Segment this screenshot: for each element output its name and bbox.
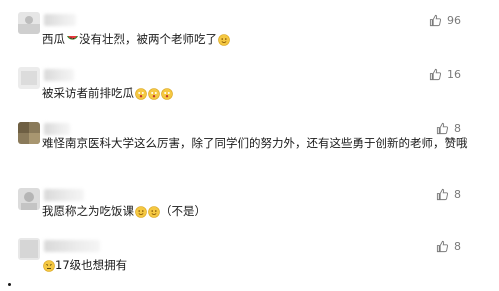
username-blurred bbox=[44, 189, 84, 201]
comment-text: 被采访者前排吃瓜 bbox=[42, 84, 173, 102]
like-count: 8 bbox=[454, 240, 461, 253]
comment-text: 17级也想拥有 bbox=[42, 256, 127, 274]
like-button[interactable]: 16 bbox=[429, 68, 461, 81]
avatar[interactable] bbox=[18, 238, 40, 260]
like-button[interactable]: 96 bbox=[429, 14, 461, 27]
like-count: 8 bbox=[454, 188, 461, 201]
thumbs-up-icon bbox=[436, 122, 449, 135]
emoji-face-icon bbox=[135, 206, 147, 218]
username-blurred bbox=[44, 14, 76, 26]
emoji-face-icon bbox=[148, 206, 160, 218]
like-button[interactable]: 8 bbox=[436, 188, 461, 201]
comment-text-part: 被采访者前排吃瓜 bbox=[42, 86, 134, 100]
thumbs-up-icon bbox=[436, 188, 449, 201]
thumbs-up-icon bbox=[429, 14, 442, 27]
watermelon-icon bbox=[66, 33, 79, 46]
username-blurred bbox=[44, 69, 74, 81]
comment-text: 西瓜 没有壮烈，被两个老师吃了 bbox=[42, 30, 230, 48]
emoji-face-icon bbox=[161, 88, 173, 100]
comment-text: 我愿称之为吃饭课 （不是） bbox=[42, 202, 206, 220]
bullet-dot bbox=[8, 283, 11, 286]
avatar[interactable] bbox=[18, 67, 40, 89]
avatar[interactable] bbox=[18, 122, 40, 144]
like-count: 96 bbox=[447, 14, 461, 27]
like-count: 8 bbox=[454, 122, 461, 135]
comment-text-part: 没有壮烈，被两个老师吃了 bbox=[79, 32, 217, 46]
thumbs-up-icon bbox=[436, 240, 449, 253]
like-count: 16 bbox=[447, 68, 461, 81]
like-button[interactable]: 8 bbox=[436, 240, 461, 253]
comment-text-part: 西瓜 bbox=[42, 32, 65, 46]
emoji-face-icon bbox=[218, 34, 230, 46]
emoji-face-icon bbox=[135, 88, 147, 100]
avatar[interactable] bbox=[18, 12, 40, 34]
comment-text-part: 我愿称之为吃饭课 bbox=[42, 204, 134, 218]
comment-text-part: （不是） bbox=[160, 204, 206, 218]
emoji-face-icon bbox=[43, 260, 55, 272]
like-button[interactable]: 8 bbox=[436, 122, 461, 135]
comment-text-part: 17级也想拥有 bbox=[55, 258, 128, 272]
comment-text: 难怪南京医科大学这么厉害，除了同学们的努力外，还有这些勇于创新的老师，赞哦 bbox=[42, 134, 472, 152]
comment-text-part: 难怪南京医科大学这么厉害，除了同学们的努力外，还有这些勇于创新的老师，赞哦 bbox=[42, 136, 468, 150]
emoji-face-icon bbox=[148, 88, 160, 100]
username-blurred bbox=[44, 240, 100, 252]
thumbs-up-icon bbox=[429, 68, 442, 81]
avatar[interactable] bbox=[18, 188, 40, 210]
